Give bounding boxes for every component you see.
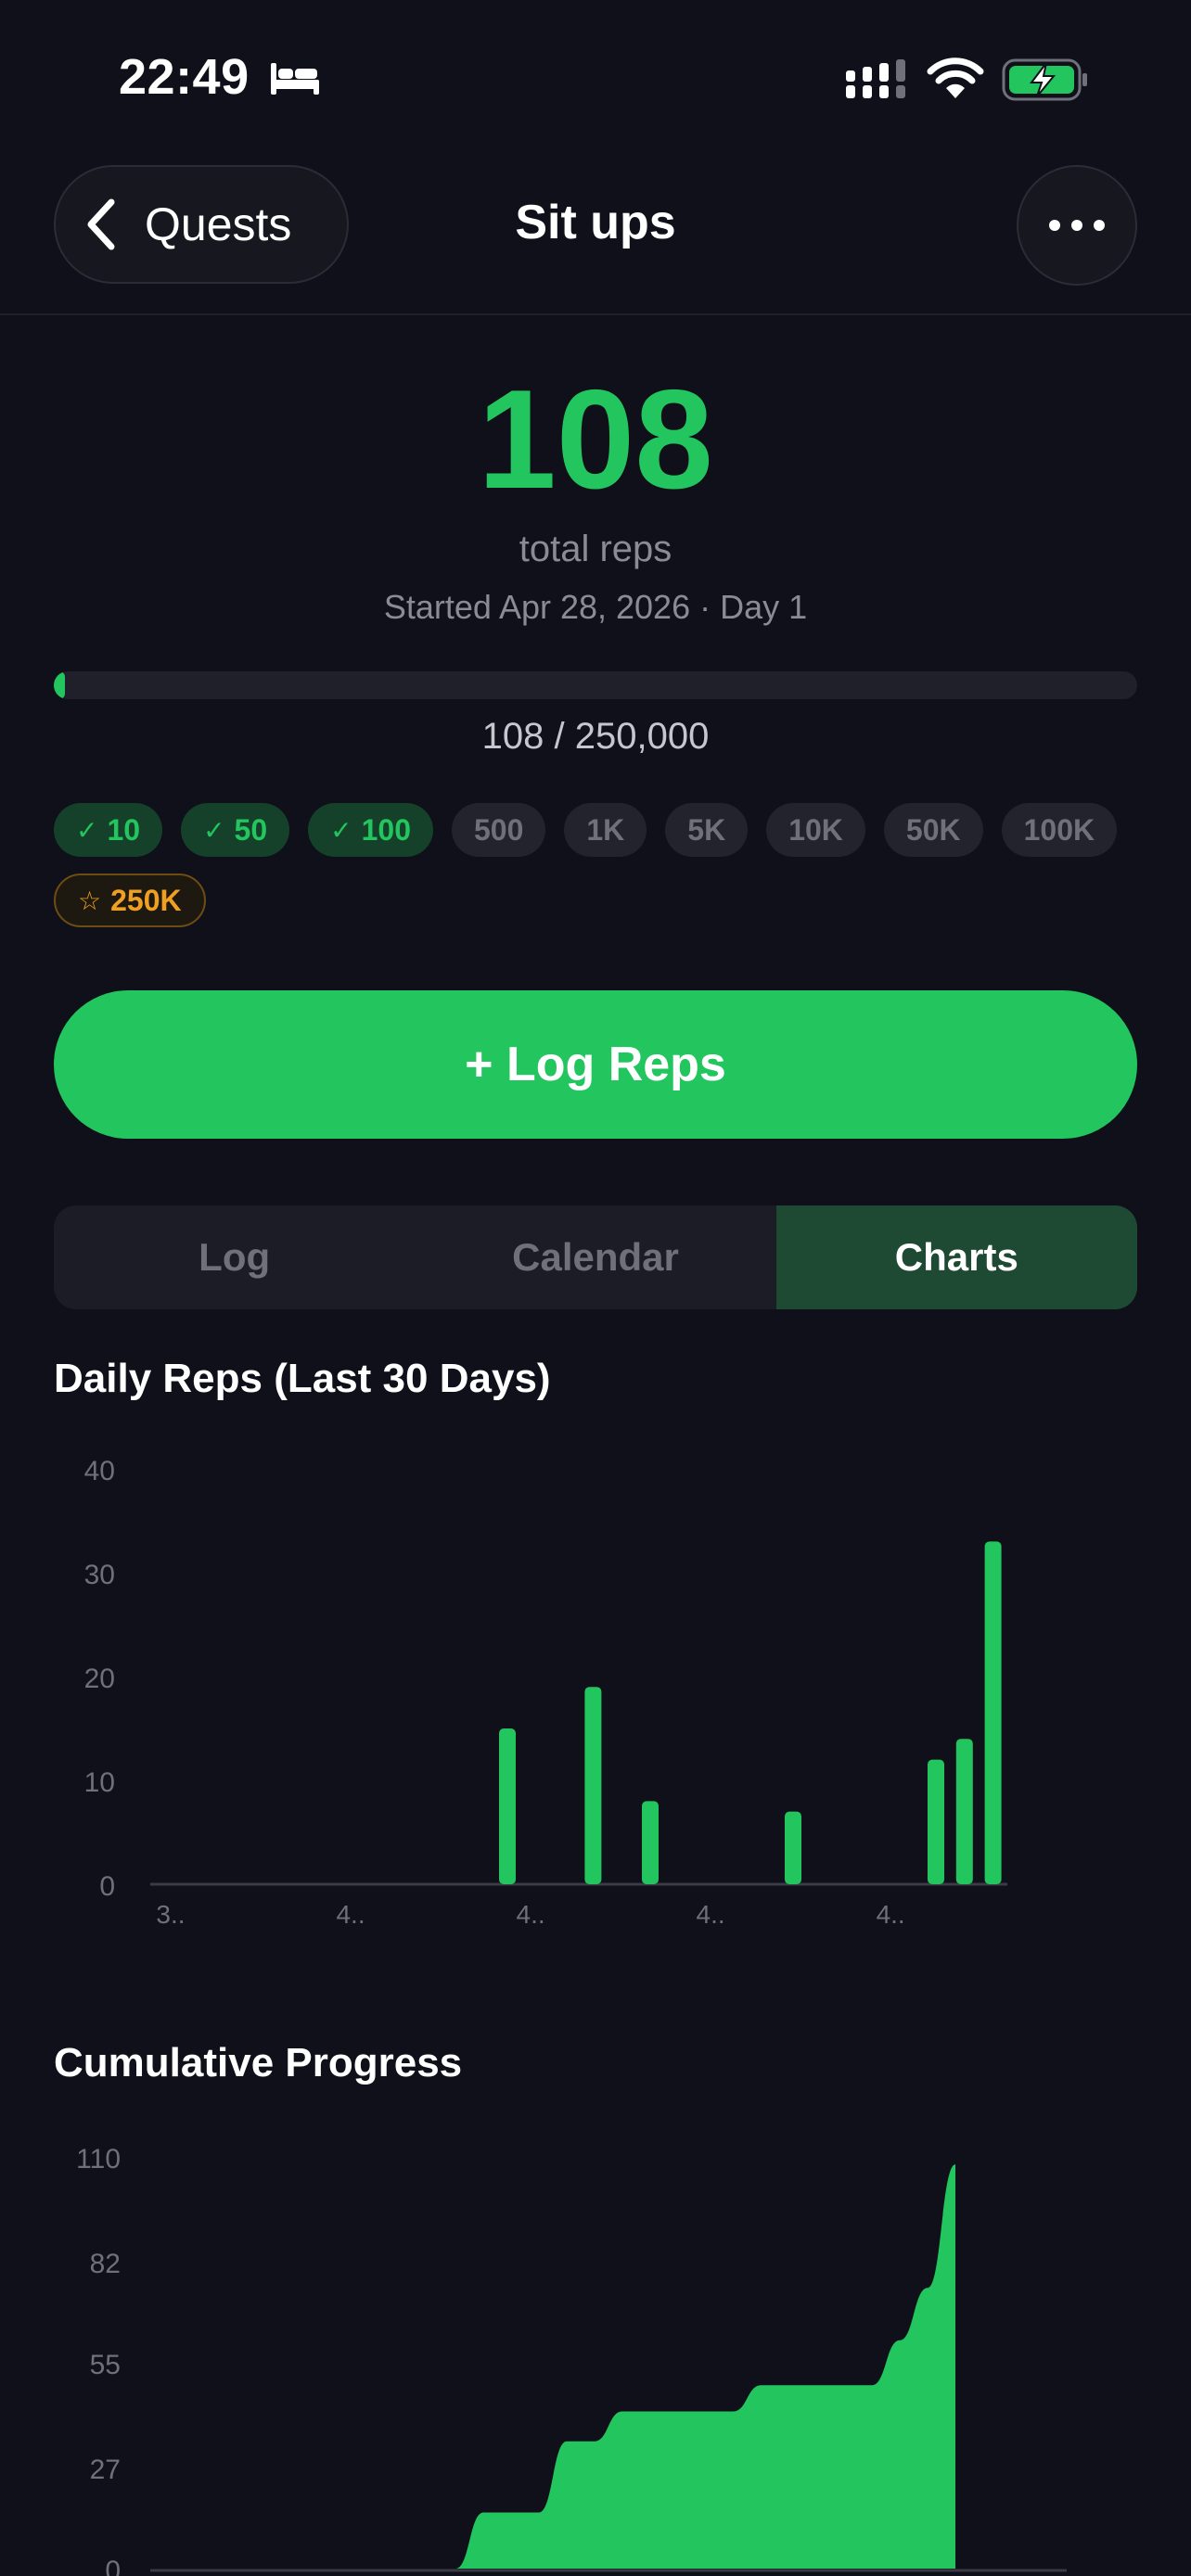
y-tick-label: 30 <box>84 1560 115 1590</box>
cumulative-progress-chart: 0 27 55 82 110 <box>76 2144 1067 2576</box>
milestone-badge: 100K <box>1001 803 1118 857</box>
milestone-badge-label: 50K <box>905 812 961 847</box>
y-tick-label: 0 <box>99 1871 115 1902</box>
more-horizontal-icon <box>1049 220 1105 231</box>
milestone-badge: 50K <box>883 803 983 857</box>
milestone-badge: 500 <box>451 803 546 857</box>
x-tick-label: 4.. <box>336 1900 365 1929</box>
status-time: 22:49 <box>119 49 250 105</box>
progress-text: 108 / 250,000 <box>481 716 710 757</box>
tab-calendar[interactable]: Calendar <box>415 1205 775 1309</box>
milestone-badge-label: 50 <box>234 812 268 847</box>
milestone-badge-label: 100 <box>361 812 411 847</box>
started-date: Started Apr 28, 2026 · Day 1 <box>383 588 808 626</box>
daily-reps-bar <box>984 1541 1002 1884</box>
milestone-badge-label: 5K <box>687 812 726 847</box>
milestone-badge-label: 10K <box>788 812 843 847</box>
total-reps-label: total reps <box>519 529 672 569</box>
daily-chart-title: Daily Reps (Last 30 Days) <box>54 1356 551 1401</box>
daily-reps-bar <box>928 1759 944 1884</box>
header-divider <box>0 313 1191 315</box>
milestone-badges: ✓ 10 ✓ 50 ✓ 100 500 1K 5K 10K 50K 100K ☆ 250K <box>54 803 1148 927</box>
tab-charts[interactable]: Charts <box>775 1205 1137 1309</box>
x-tick-label: 4.. <box>697 1900 725 1929</box>
milestone-badge: ☆ 250K <box>54 874 206 927</box>
x-tick-label: 4.. <box>877 1900 905 1929</box>
daily-reps-bar <box>499 1728 516 1884</box>
total-reps-value: 108 <box>478 361 713 518</box>
progress-bar <box>54 671 1137 699</box>
milestone-badge: 10K <box>766 803 865 857</box>
milestone-badge-label: 1K <box>586 812 625 847</box>
view-tabs: Log Calendar Charts <box>54 1205 1137 1309</box>
y-tick-label: 110 <box>76 2144 121 2174</box>
check-icon: ✓ <box>203 815 225 845</box>
progress-bar-fill <box>54 671 65 699</box>
cellular-signal-icon <box>846 59 905 98</box>
y-tick-label: 20 <box>84 1664 115 1694</box>
milestone-badge: ✓ 100 <box>308 803 433 857</box>
daily-reps-bar <box>955 1739 973 1884</box>
y-tick-label: 10 <box>84 1767 115 1798</box>
cumulative-chart-title: Cumulative Progress <box>54 2040 463 2085</box>
daily-reps-bar <box>642 1801 659 1884</box>
battery-charging-icon <box>1002 58 1087 101</box>
log-reps-button[interactable]: + Log Reps <box>54 990 1137 1139</box>
wifi-icon <box>927 57 984 98</box>
y-tick-label: 0 <box>105 2556 121 2576</box>
y-tick-label: 82 <box>90 2249 121 2279</box>
daily-reps-bar <box>785 1811 801 1884</box>
milestone-badge-label: 500 <box>473 812 524 847</box>
daily-reps-bar <box>584 1687 602 1884</box>
cumulative-area <box>150 2164 955 2569</box>
milestone-badge: 5K <box>665 803 749 857</box>
milestone-badge: 1K <box>564 803 647 857</box>
check-icon: ✓ <box>330 815 352 845</box>
check-icon: ✓ <box>76 815 98 845</box>
sleep-focus-icon <box>271 63 319 95</box>
x-tick-label: 4.. <box>517 1900 545 1929</box>
milestone-badge-label: 10 <box>107 812 141 847</box>
y-tick-label: 55 <box>90 2350 121 2380</box>
milestone-badge: ✓ 50 <box>181 803 290 857</box>
page-title: Sit ups <box>515 196 676 249</box>
milestone-badge-label: 100K <box>1023 812 1095 847</box>
y-tick-label: 27 <box>90 2455 121 2485</box>
milestone-badge: ✓ 10 <box>54 803 163 857</box>
y-tick-label: 40 <box>84 1456 115 1486</box>
milestone-badge-label: 250K <box>110 883 182 917</box>
tab-log[interactable]: Log <box>54 1205 415 1309</box>
star-icon: ☆ <box>78 886 102 915</box>
daily-reps-chart: 0 10 20 30 40 3.. 4.. 4.. 4.. 4.. <box>84 1456 1007 1929</box>
x-tick-label: 3.. <box>156 1900 185 1929</box>
more-options-button[interactable] <box>1017 165 1137 286</box>
